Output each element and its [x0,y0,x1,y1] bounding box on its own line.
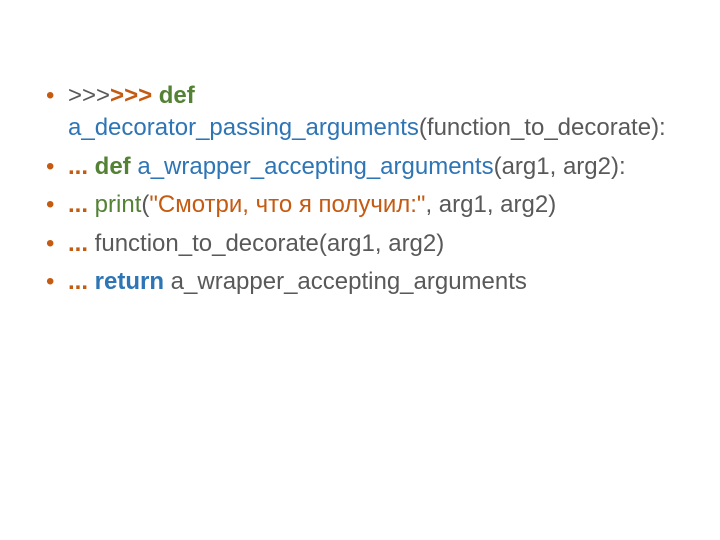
code-bullet-item: ... function_to_decorate(arg1, arg2) [40,228,680,260]
code-segment: (arg1, arg2): [494,153,626,180]
code-segment: , arg1, arg2) [425,191,556,218]
code-segment: a_decorator_passing_arguments [68,114,419,141]
code-segment: ... [68,191,95,218]
code-segment: >>> [110,82,159,109]
code-segment: print [95,191,142,218]
code-segment: function_to_decorate(arg1, arg2) [88,230,444,257]
code-segment: a_wrapper_accepting_arguments [131,153,494,180]
code-segment: return [95,268,164,295]
code-segment: ... [68,153,95,180]
code-segment: ... [68,268,95,295]
code-bullet-item: ... return a_wrapper_accepting_arguments [40,266,680,298]
code-segment: (function_to_decorate): [419,114,666,141]
code-segment: ... [68,230,88,257]
code-bullet-item: >>>>>> def a_decorator_passing_arguments… [40,80,680,145]
code-bullet-item: ... print("Смотри, что я получил:", arg1… [40,189,680,221]
code-segment: def [95,153,131,180]
code-segment: "Смотри, что я получил:" [149,191,425,218]
code-bullet-list: >>>>>> def a_decorator_passing_arguments… [40,80,680,298]
code-segment: def [159,82,195,109]
code-bullet-item: ... def a_wrapper_accepting_arguments(ar… [40,151,680,183]
code-segment: a_wrapper_accepting_arguments [164,268,527,295]
code-segment: >>> [68,82,110,109]
